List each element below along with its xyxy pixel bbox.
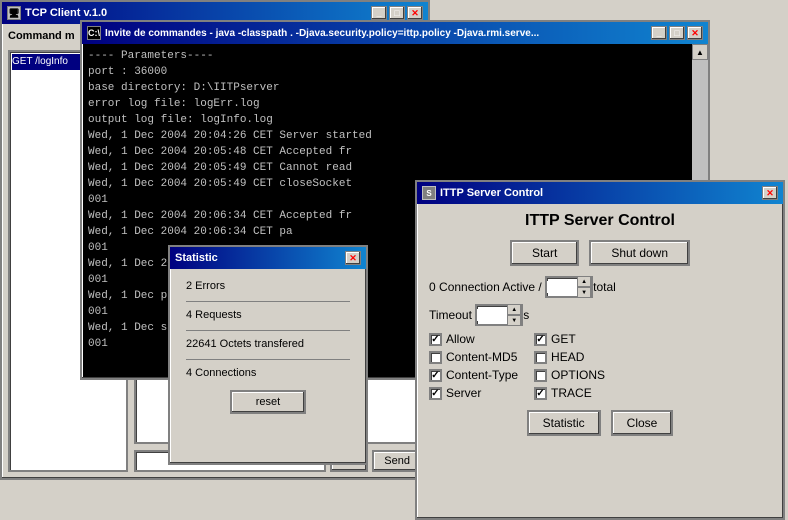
maximize-button[interactable]: □ (389, 6, 405, 20)
cmd-line-8: Wed, 1 Dec 2004 20:05:49 CET Cannot read (88, 160, 702, 176)
get-label: GET (551, 332, 576, 346)
cmd-close-button[interactable]: ✕ (687, 26, 703, 40)
timeout-label: Timeout (429, 308, 472, 322)
octets-stat: 22641 Octets transfered (186, 337, 350, 351)
stat-title-text: Statistic (175, 252, 218, 264)
connection-count: 0 (429, 280, 436, 294)
options-checkbox[interactable] (534, 369, 547, 382)
connections-stat: 4 Connections (186, 366, 350, 380)
stat-reset-row: reset (186, 390, 350, 414)
server-row: ✓ Server (429, 386, 518, 400)
minimize-button[interactable]: _ (371, 6, 387, 20)
stat-close-button[interactable]: ✕ (345, 251, 361, 265)
timeout-row: Timeout 4 ▲ ▼ s (429, 304, 771, 326)
cmd-line-4: output log file: logInfo.log (88, 112, 702, 128)
allow-checkbox[interactable]: ✓ (429, 333, 442, 346)
ittp-bottom-row: Statistic Close (429, 410, 771, 436)
close-button[interactable]: Close (611, 410, 674, 436)
head-label: HEAD (551, 350, 584, 364)
total-decrement-button[interactable]: ▼ (577, 287, 591, 298)
ittp-btn-row: Start Shut down (429, 240, 771, 266)
content-md5-row: Content-MD5 (429, 350, 518, 364)
get-checkbox[interactable]: ✓ (534, 333, 547, 346)
cmd-icon: C:\ (87, 26, 101, 40)
get-row: ✓ GET (534, 332, 605, 346)
right-checkbox-col: ✓ GET HEAD OPTIONS ✓ TRACE (534, 332, 605, 400)
start-button[interactable]: Start (510, 240, 579, 266)
statistic-button[interactable]: Statistic (527, 410, 601, 436)
stat-body: 2 Errors 4 Requests 22641 Octets transfe… (170, 269, 366, 424)
content-type-label: Content-Type (446, 368, 518, 382)
server-label: Server (446, 386, 481, 400)
cmd-minimize-button[interactable]: _ (651, 26, 667, 40)
ittp-title-icon: S (422, 186, 436, 200)
stat-titlebar: Statistic ✕ (170, 247, 366, 269)
scroll-up-button[interactable]: ▲ (692, 44, 708, 60)
trace-checkbox[interactable]: ✓ (534, 387, 547, 400)
timeout-unit: s (523, 308, 529, 322)
content-md5-label: Content-MD5 (446, 350, 517, 364)
cmd-line-7: Wed, 1 Dec 2004 20:05:48 CET Accepted fr (88, 144, 702, 160)
total-spinbox-arrows: ▲ ▼ (577, 276, 591, 298)
statistic-window: Statistic ✕ 2 Errors 4 Requests 22641 Oc… (168, 245, 368, 465)
options-row: OPTIONS (534, 368, 605, 382)
timeout-spinbox[interactable]: 4 ▲ ▼ (475, 304, 523, 326)
checkbox-group: ✓ Allow Content-MD5 ✓ Content-Type ✓ Ser… (429, 332, 771, 400)
left-checkbox-col: ✓ Allow Content-MD5 ✓ Content-Type ✓ Ser… (429, 332, 518, 400)
cmd-line-1: port : 36000 (88, 64, 702, 80)
server-checkbox[interactable]: ✓ (429, 387, 442, 400)
errors-stat: 2 Errors (186, 279, 350, 293)
cmd-title-text: Invite de commandes - java -classpath . … (105, 28, 539, 39)
tcp-title-icon: 🖥 (7, 6, 21, 20)
total-spinbox[interactable]: 10 ▲ ▼ (545, 276, 593, 298)
total-label: total (593, 280, 616, 294)
timeout-spinbox-arrows: ▲ ▼ (507, 304, 521, 326)
allow-label: Allow (446, 332, 475, 346)
head-row: HEAD (534, 350, 605, 364)
stat-separator-3 (186, 359, 350, 360)
head-checkbox[interactable] (534, 351, 547, 364)
trace-label: TRACE (551, 386, 592, 400)
cmd-maximize-button[interactable]: □ (669, 26, 685, 40)
trace-row: ✓ TRACE (534, 386, 605, 400)
cmd-line-6: Wed, 1 Dec 2004 20:04:26 CET Server star… (88, 128, 702, 144)
close-button[interactable]: ✕ (407, 6, 423, 20)
requests-stat: 4 Requests (186, 308, 350, 322)
cmd-line-3: error log file: logErr.log (88, 96, 702, 112)
cmd-title-controls: _ □ ✕ (651, 26, 703, 40)
ittp-main-title: ITTP Server Control (429, 212, 771, 230)
cmd-titlebar: C:\ Invite de commandes - java -classpat… (82, 22, 708, 44)
options-label: OPTIONS (551, 368, 605, 382)
connection-label: Connection Active / (439, 280, 542, 294)
ittp-server-control-window: S ITTP Server Control ✕ ITTP Server Cont… (415, 180, 785, 520)
content-type-row: ✓ Content-Type (429, 368, 518, 382)
shutdown-button[interactable]: Shut down (589, 240, 690, 266)
tcp-title-text: TCP Client v.1.0 (25, 7, 107, 19)
stat-separator-1 (186, 301, 350, 302)
total-increment-button[interactable]: ▲ (577, 276, 591, 287)
content-md5-checkbox[interactable] (429, 351, 442, 364)
timeout-increment-button[interactable]: ▲ (507, 304, 521, 315)
timeout-decrement-button[interactable]: ▼ (507, 315, 521, 326)
ittp-title-text: ITTP Server Control (440, 187, 543, 199)
tcp-title-controls: _ □ ✕ (371, 6, 423, 20)
ittp-close-button[interactable]: ✕ (762, 186, 778, 200)
stat-title-controls: ✕ (345, 251, 361, 265)
stat-separator-2 (186, 330, 350, 331)
reset-button[interactable]: reset (230, 390, 306, 414)
allow-row: ✓ Allow (429, 332, 518, 346)
content-type-checkbox[interactable]: ✓ (429, 369, 442, 382)
ittp-body: ITTP Server Control Start Shut down 0 Co… (417, 204, 783, 444)
cmd-line-2: base directory: D:\IITPserver (88, 80, 702, 96)
connection-row: 0 Connection Active / 10 ▲ ▼ total (429, 276, 771, 298)
ittp-titlebar: S ITTP Server Control ✕ (417, 182, 783, 204)
timeout-value[interactable]: 4 (477, 309, 507, 321)
ittp-title-controls: ✕ (762, 186, 778, 200)
cmd-line-0: ---- Parameters---- (88, 48, 702, 64)
total-value[interactable]: 10 (547, 281, 577, 293)
